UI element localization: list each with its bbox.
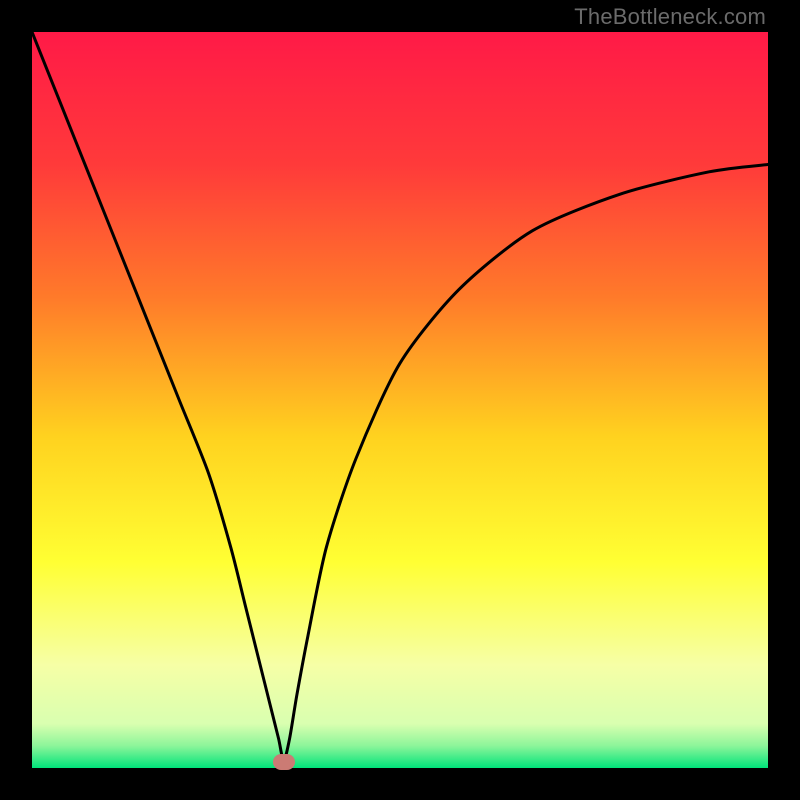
watermark-text: TheBottleneck.com xyxy=(574,4,766,30)
background-gradient xyxy=(32,32,768,768)
chart-frame: TheBottleneck.com xyxy=(0,0,800,800)
plot-area xyxy=(32,32,768,768)
bottleneck-marker xyxy=(273,754,295,770)
